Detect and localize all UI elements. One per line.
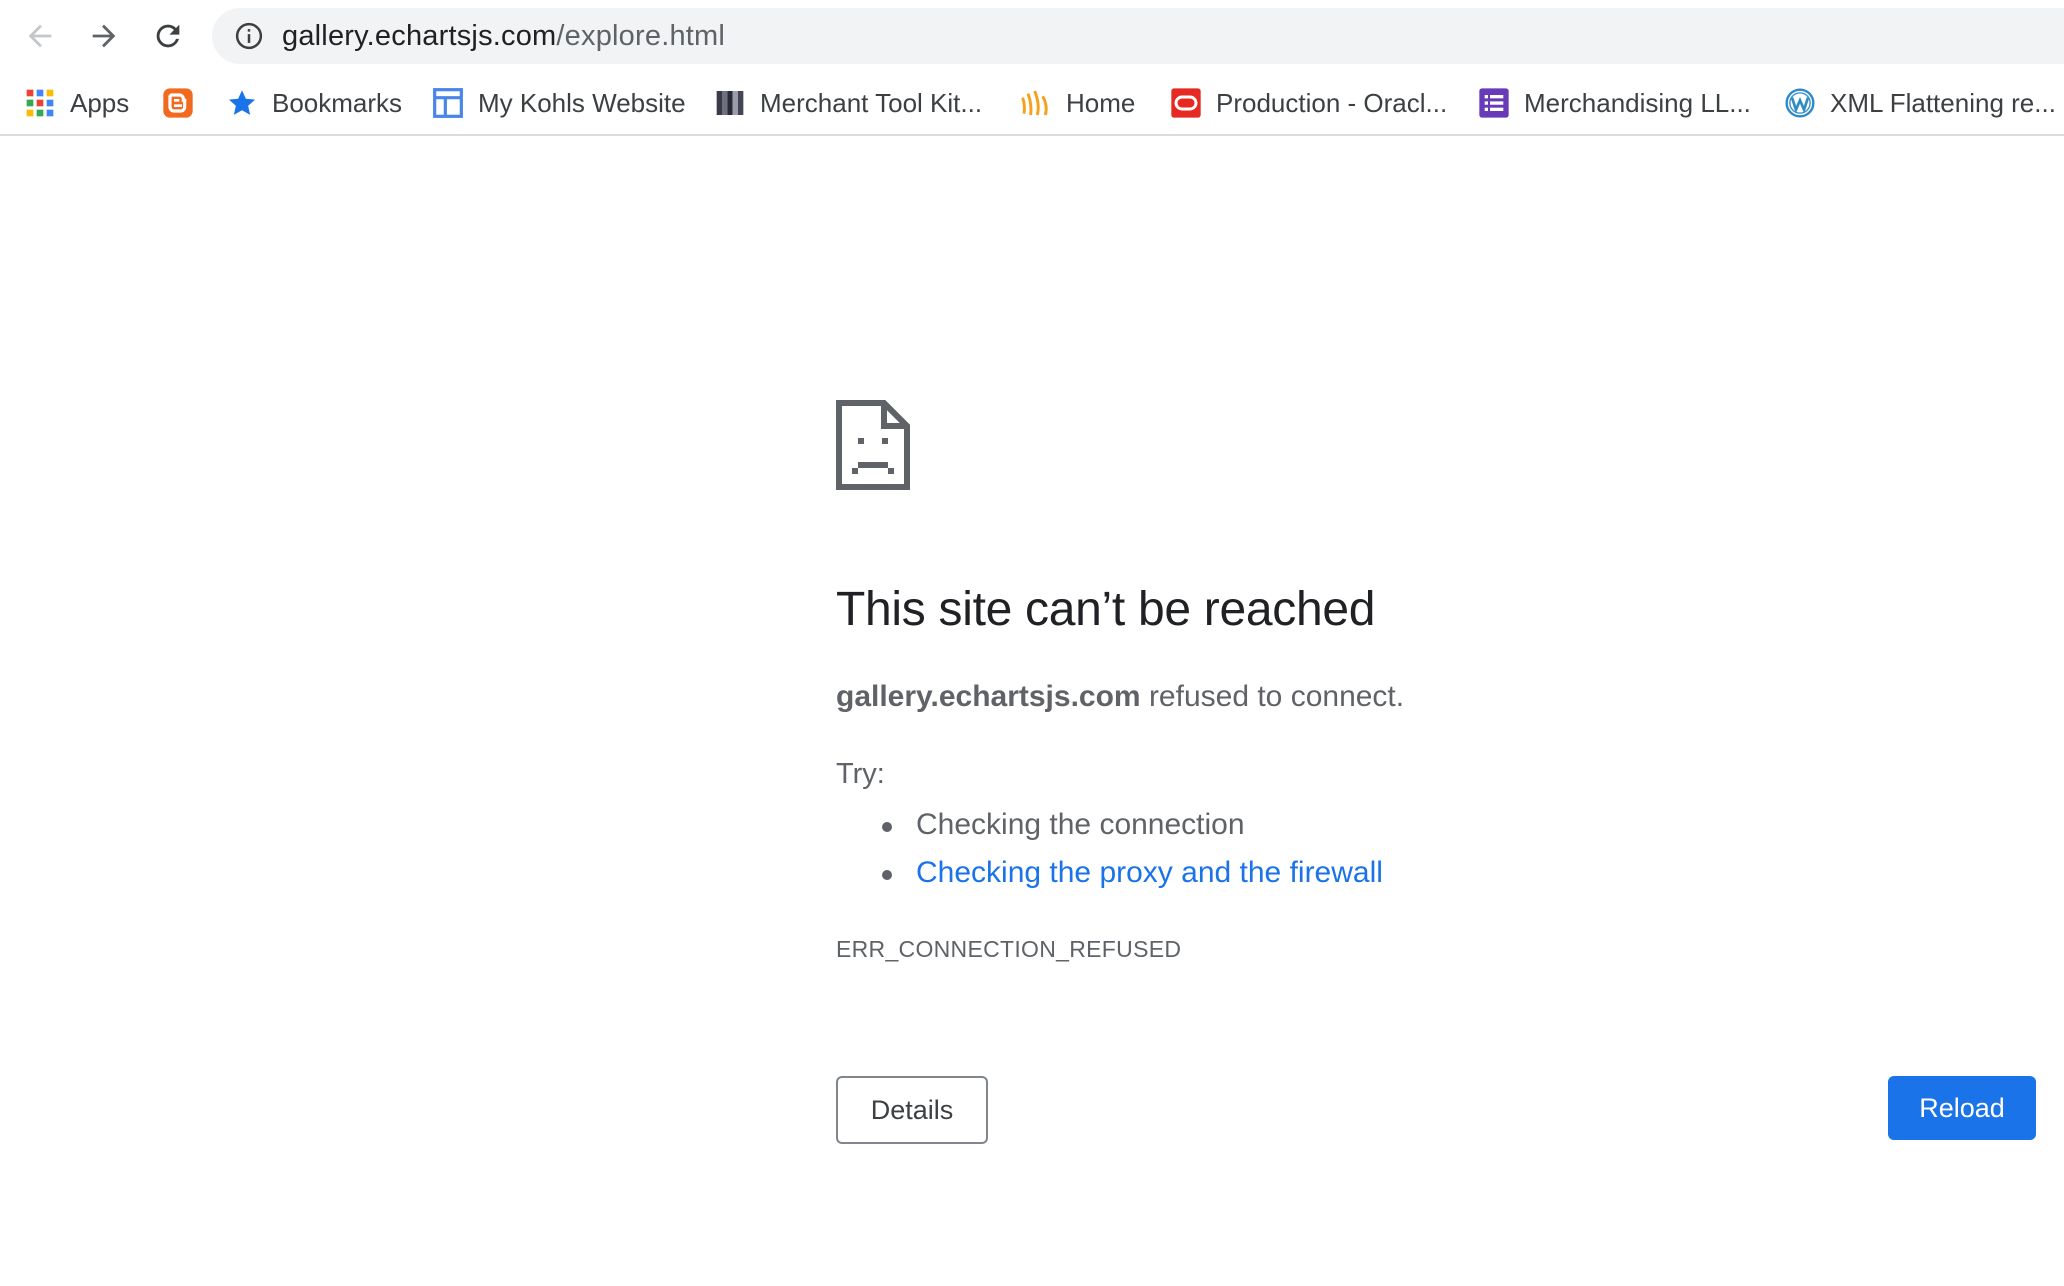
url-text[interactable]: gallery.echartsjs.com/explore.html [282,20,725,53]
page-title: This site can’t be reached [836,583,1376,636]
bookmarks-bar: Apps Bookmarks My Kohls Website Merchant… [0,72,2064,136]
proxy-firewall-link[interactable]: Checking the proxy and the firewall [916,856,1383,889]
info-icon[interactable] [234,21,264,51]
list-icon [1478,87,1510,119]
list-item: Checking the proxy and the firewall [836,852,1383,900]
bookmark-bookmarks[interactable]: Bookmarks [226,72,402,134]
bookmark-label: Home [1066,87,1136,118]
address-bar[interactable]: gallery.echartsjs.com/explore.html [212,8,2064,64]
stripes-icon [714,87,746,119]
browser-toolbar: gallery.echartsjs.com/explore.html [0,0,2064,72]
error-code: ERR_CONNECTION_REFUSED [836,936,1182,962]
arrow-left-icon [28,24,52,48]
apps-grid-icon [24,87,56,119]
signal-waves-icon [1020,87,1052,119]
list-item: Checking the connection [836,804,1383,852]
try-label: Try: [836,758,885,790]
oracle-icon [1170,87,1202,119]
suggestion-text: Checking the connection [916,808,1245,841]
suggestions-list: Checking the connection Checking the pro… [836,804,1383,900]
bookmark-label: Apps [70,87,130,118]
error-message: gallery.echartsjs.com refused to connect… [836,680,1404,714]
forward-button[interactable] [80,12,128,60]
sad-document-icon [836,400,910,490]
bookmark-merchandising[interactable]: Merchandising LL... [1478,72,1751,134]
bookmark-label: XML Flattening re... [1830,87,2056,118]
url-path: /explore.html [556,19,726,52]
bookmark-apps[interactable]: Apps [24,72,129,134]
error-message-rest: refused to connect. [1140,680,1405,713]
blogger-icon [162,87,194,119]
bookmark-label: Bookmarks [272,87,403,118]
bookmark-merchant-tool-kit[interactable]: Merchant Tool Kit... [714,72,982,134]
reload-page-button[interactable] [144,12,192,60]
bookmark-blogger[interactable] [162,72,194,134]
reload-icon [156,24,180,48]
details-button[interactable]: Details [836,1076,988,1144]
bookmark-label: Production - Oracl... [1216,87,1448,118]
back-button[interactable] [16,12,64,60]
reload-button[interactable]: Reload [1888,1076,2036,1140]
url-host: gallery.echartsjs.com [282,19,557,52]
bookmark-label: My Kohls Website [478,87,686,118]
error-host: gallery.echartsjs.com [836,680,1141,713]
bookmark-home[interactable]: Home [1020,72,1135,134]
bookmark-label: Merchandising LL... [1524,87,1751,118]
arrow-right-icon [92,24,116,48]
wordpress-icon [1784,87,1816,119]
bookmark-xml-flattening[interactable]: XML Flattening re... [1784,72,2056,134]
star-icon [226,87,258,119]
bookmark-label: Merchant Tool Kit... [760,87,983,118]
bookmark-my-kohls-website[interactable]: My Kohls Website [432,72,686,134]
layout-icon [432,87,464,119]
bookmark-production-oracle[interactable]: Production - Oracl... [1170,72,1447,134]
